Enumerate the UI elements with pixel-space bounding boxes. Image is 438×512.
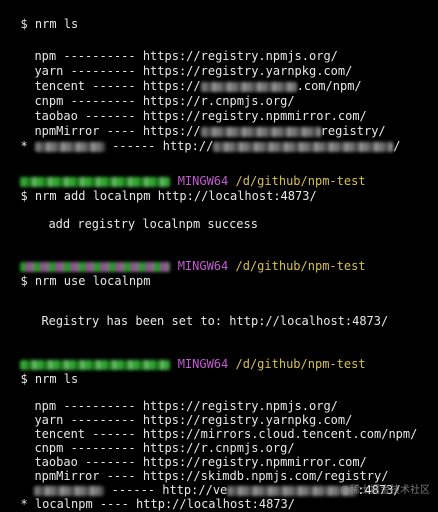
registry-line: npm ---------- https://registry.npmjs.or…	[34, 49, 338, 63]
shell-prompt: MINGW64 /d/github/npm-test	[6, 157, 366, 188]
registry-line-current: * ------ http:///	[20, 139, 401, 153]
prompt-env: MINGW64	[177, 259, 229, 273]
prompt-env: MINGW64	[177, 357, 229, 371]
command-output: add registry localnpm success	[48, 217, 258, 231]
command-output: Registry has been set to: http://localho…	[41, 314, 389, 328]
command-text: $ nrm use localnpm	[20, 274, 151, 288]
registry-line: taobao ------- https://registry.npmmirro…	[34, 109, 367, 123]
watermark: @稀土掘金技术社区	[340, 485, 430, 496]
registry-line-current: * localnpm ---- http://localhost:4873/	[20, 497, 295, 511]
command-line: $ nrm add localnpm http://localhost:4873…	[6, 172, 316, 203]
command-line: $ nrm use localnpm	[6, 257, 150, 288]
command-line: $ nrm ls	[6, 355, 78, 386]
prompt-path: /d/github/npm-test	[235, 357, 366, 371]
registry-line: yarn --------- https://registry.yarnpkg.…	[34, 64, 353, 78]
current-marker: *	[20, 497, 28, 511]
registry-line: tencent ------ https://.com/npm/	[34, 79, 362, 93]
redacted-text	[34, 141, 105, 152]
registry-line: npmMirror ---- https://registry/	[34, 124, 386, 138]
redacted-text	[213, 141, 394, 152]
current-marker: *	[20, 139, 28, 153]
prompt-path: /d/github/npm-test	[235, 259, 366, 273]
command-text: $ nrm ls	[20, 17, 79, 31]
shell-prompt: MINGW64 /d/github/npm-test	[6, 242, 366, 273]
registry-line: cnpm --------- https://r.cnpmjs.org/	[34, 94, 295, 108]
shell-prompt: MINGW64 /d/github/npm-test	[6, 340, 366, 371]
command-line: $ nrm ls	[6, 0, 78, 31]
